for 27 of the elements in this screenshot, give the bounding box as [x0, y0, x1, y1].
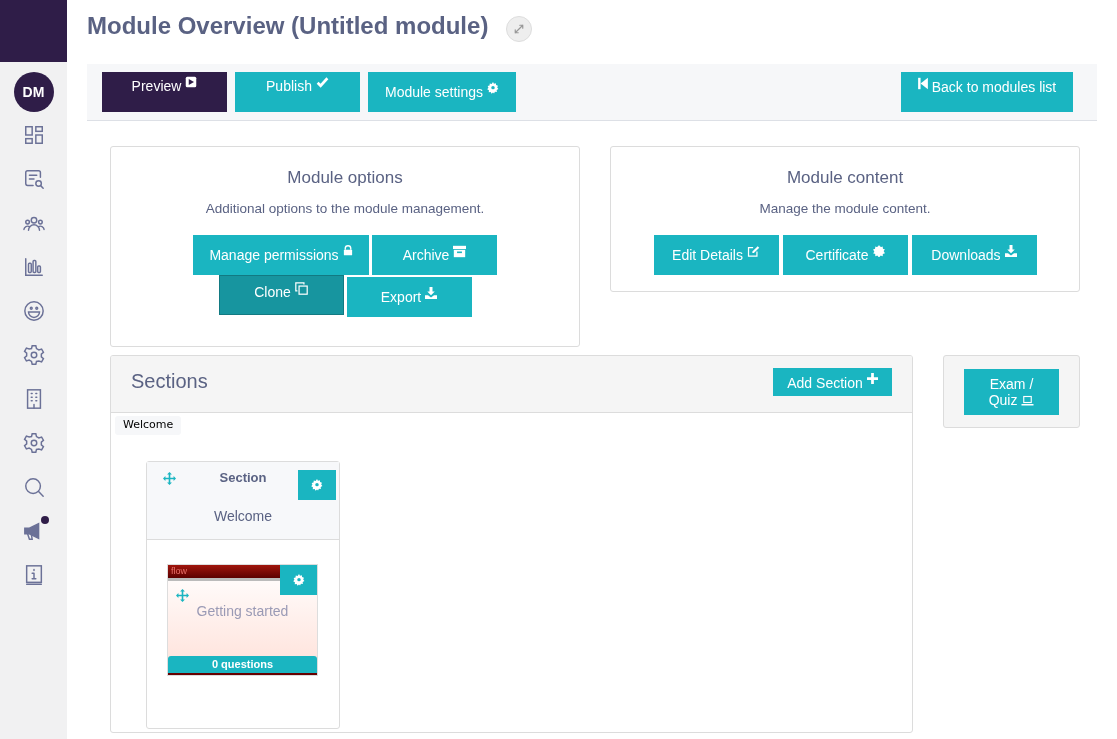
option-button[interactable]: Manage permissions — [193, 234, 369, 275]
panel-title: Module content — [785, 167, 905, 189]
quiz-title: Getting started — [195, 601, 290, 621]
content-button[interactable]: Certificate — [782, 234, 908, 275]
avatar[interactable]: DM — [13, 72, 54, 112]
content-button[interactable]: Downloads — [911, 234, 1037, 275]
quiz-card[interactable]: flow Getting started 0 questions — [167, 563, 318, 676]
section-name: Welcome — [212, 506, 274, 526]
add-section-button[interactable]: Add Section — [773, 368, 892, 396]
panel-heading: Sections — [131, 369, 208, 394]
panel-subtitle: Additional options to the module management. — [204, 199, 486, 218]
panel-title: Module options — [286, 167, 404, 189]
panel-subtitle: Manage the module content. — [758, 199, 932, 218]
toolbar-button[interactable]: Module settings — [368, 72, 516, 112]
question-count: 0 questions — [168, 656, 317, 675]
back-button[interactable]: Back to modules list — [901, 72, 1073, 112]
option-button[interactable]: Export — [346, 276, 472, 317]
exam-quiz-button[interactable]: Exam / Quiz — [964, 368, 1059, 415]
toolbar-button[interactable]: Preview — [102, 72, 227, 112]
toolbar-button[interactable]: Publish — [235, 72, 360, 112]
option-button[interactable]: Clone — [218, 274, 344, 315]
section-tab[interactable]: Welcome — [115, 416, 182, 435]
section-label: Section — [219, 468, 267, 487]
page-title: Module Overview (Untitled module) — [87, 11, 489, 41]
logo-text: flow — [171, 565, 187, 576]
content-button[interactable]: Edit Details — [653, 234, 779, 275]
option-button[interactable]: Archive — [372, 234, 497, 275]
